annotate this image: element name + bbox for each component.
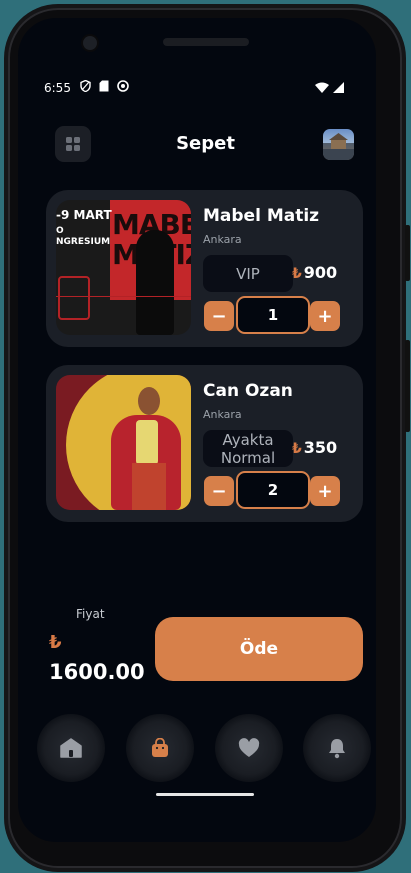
lira-icon: ₺ (292, 266, 302, 282)
front-camera (83, 36, 97, 50)
avatar-image (323, 133, 354, 160)
event-photo (56, 375, 191, 510)
increase-quantity-button[interactable]: + (310, 476, 340, 506)
heart-icon (238, 738, 260, 757)
status-bar: 6:55 (44, 80, 344, 98)
event-city: Ankara (203, 408, 242, 421)
total-price: 1600.00 (49, 660, 145, 684)
event-poster: MABEL MATIZ -9 MART O NGRESIUM (56, 200, 191, 335)
item-price: ₺ 350 (292, 438, 338, 457)
bell-icon (329, 738, 345, 758)
lira-icon: ₺ (292, 441, 302, 457)
decrease-quantity-button[interactable]: − (204, 301, 234, 331)
pay-button[interactable]: Öde (155, 617, 363, 681)
nav-cart[interactable] (126, 714, 194, 782)
price-label: Fiyat (76, 607, 105, 621)
sync-icon (117, 80, 129, 92)
status-notification-icons (80, 80, 129, 92)
quantity-value: 2 (236, 471, 310, 509)
status-connectivity (315, 82, 344, 93)
cart-item: MABEL MATIZ -9 MART O NGRESIUM Mabel Mat… (46, 190, 363, 347)
volume-button (405, 225, 410, 281)
quantity-value: 1 (236, 296, 310, 334)
home-indicator[interactable] (156, 793, 254, 796)
ticket-type: VIP (203, 255, 293, 292)
event-name: Can Ozan (203, 381, 293, 401)
status-time: 6:55 (44, 81, 71, 95)
nav-notifications[interactable] (303, 714, 371, 782)
ticket-type: Ayakta Normal (203, 430, 293, 467)
power-button (405, 340, 410, 432)
sim-card-icon (99, 80, 109, 92)
earpiece-speaker (163, 38, 249, 46)
event-name: Mabel Matiz (203, 206, 320, 226)
wifi-icon (315, 82, 329, 93)
home-icon (60, 738, 82, 758)
cart-item: Can Ozan Ankara Ayakta Normal ₺ 350 − 2 + (46, 365, 363, 522)
poster-logo-icon (58, 276, 90, 320)
decrease-quantity-button[interactable]: − (204, 476, 234, 506)
shield-icon (80, 80, 91, 92)
nav-home[interactable] (37, 714, 105, 782)
increase-quantity-button[interactable]: + (310, 301, 340, 331)
event-city: Ankara (203, 233, 242, 246)
shopping-bag-icon (152, 738, 168, 757)
avatar[interactable] (323, 129, 354, 160)
nav-favorites[interactable] (215, 714, 283, 782)
item-price: ₺ 900 (292, 263, 338, 282)
poster-venue: O NGRESIUM (56, 226, 111, 247)
poster-date: -9 MART (56, 208, 112, 222)
lira-icon: ₺ (49, 632, 62, 653)
signal-icon (333, 82, 344, 93)
